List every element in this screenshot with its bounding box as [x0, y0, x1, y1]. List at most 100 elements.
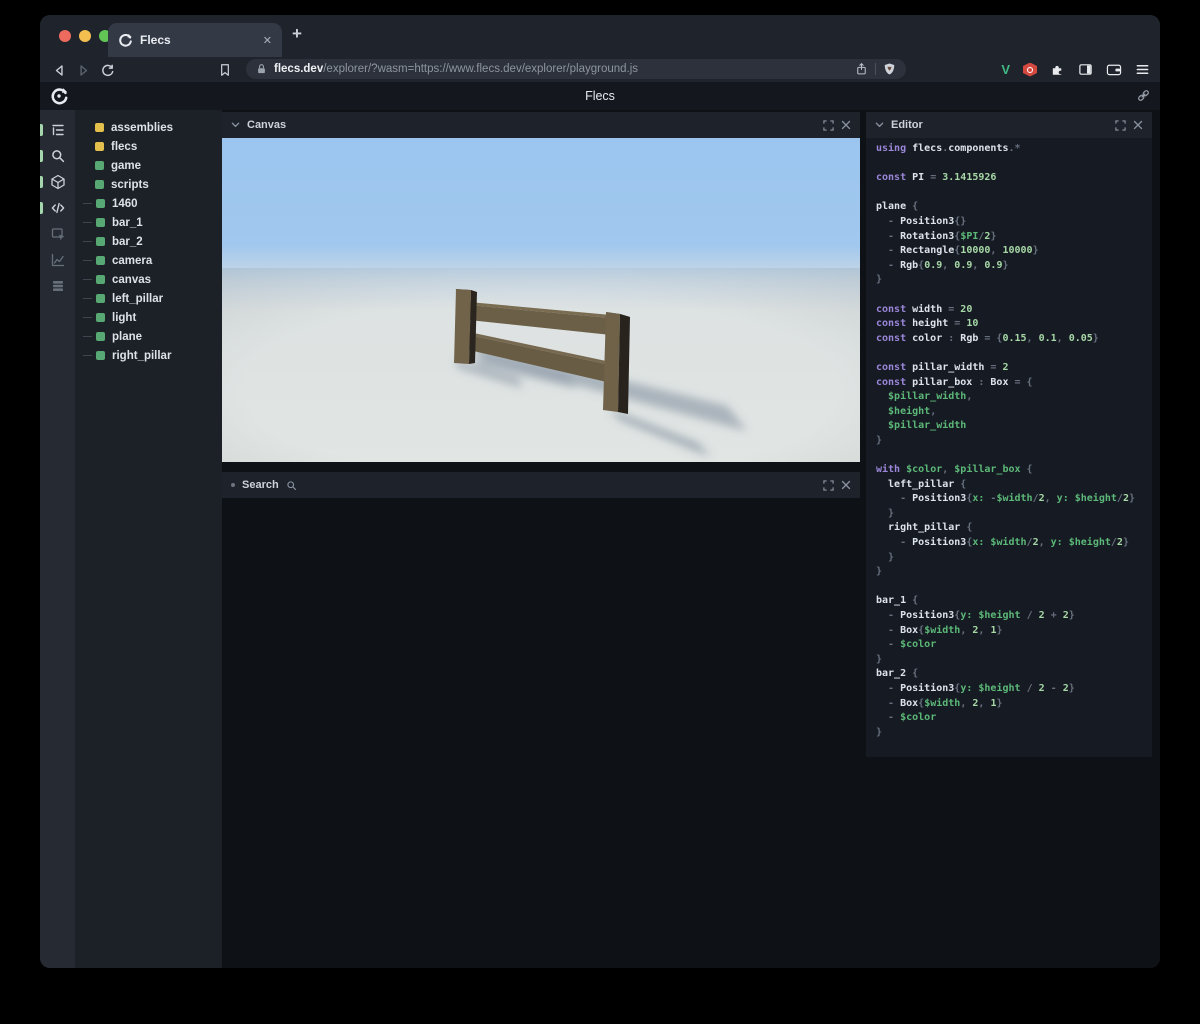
- minimize-window-button[interactable]: [79, 30, 91, 42]
- browser-toolbar: flecs.dev/explorer/?wasm=https://www.fle…: [40, 57, 1160, 82]
- entity-kind-square: [96, 294, 105, 303]
- tree-item[interactable]: plane: [75, 327, 222, 346]
- address-bar[interactable]: flecs.dev/explorer/?wasm=https://www.fle…: [246, 59, 906, 79]
- expand-chevron-icon[interactable]: [83, 123, 92, 132]
- new-tab-button[interactable]: +: [292, 24, 302, 44]
- tree-item-label: flecs: [111, 140, 138, 153]
- search-panel: Search: [222, 472, 860, 498]
- sidebar-toggle-icon[interactable]: [1078, 62, 1093, 77]
- entity-kind-square: [96, 237, 105, 246]
- wallet-icon[interactable]: [1106, 62, 1122, 77]
- collapse-chevron-icon[interactable]: [875, 121, 884, 129]
- code-editor[interactable]: using flecs.components.* const PI = 3.14…: [866, 138, 1152, 757]
- url-text: flecs.dev/explorer/?wasm=https://www.fle…: [274, 63, 848, 75]
- fullscreen-icon[interactable]: [1115, 119, 1126, 131]
- close-panel-icon[interactable]: [841, 480, 851, 490]
- rail-stats-button[interactable]: [40, 247, 75, 273]
- editor-panel: Editor using flecs.components.* const PI…: [866, 112, 1152, 757]
- entity-kind-square: [96, 313, 105, 322]
- fullscreen-icon[interactable]: [823, 479, 834, 491]
- rail-queries-button[interactable]: [40, 273, 75, 299]
- inspector-icon: [51, 228, 64, 241]
- collapsed-dot-icon: [231, 483, 235, 487]
- tree-item-label: right_pillar: [112, 349, 172, 362]
- expand-chevron-icon[interactable]: [83, 142, 92, 151]
- tab-close-icon[interactable]: ✕: [263, 34, 272, 47]
- panel-area: Canvas Search Editor using flecs.compone…: [222, 110, 1160, 968]
- rail-tree-button[interactable]: [40, 117, 75, 143]
- leaf-dash: [83, 240, 92, 243]
- forward-button[interactable]: [74, 61, 92, 79]
- close-panel-icon[interactable]: [841, 120, 851, 130]
- window-controls: [59, 30, 111, 42]
- extension-icons: V: [1001, 57, 1150, 82]
- rows-icon: [52, 281, 63, 291]
- leaf-dash: [83, 259, 92, 262]
- hexagon-extension-icon[interactable]: [1023, 62, 1037, 77]
- tree-item[interactable]: light: [75, 308, 222, 327]
- url-domain: flecs.dev: [274, 63, 324, 75]
- collapse-chevron-icon[interactable]: [231, 121, 240, 129]
- brave-shield-icon[interactable]: [883, 62, 896, 76]
- tree-item[interactable]: left_pillar: [75, 289, 222, 308]
- tree-item[interactable]: assemblies: [75, 118, 222, 137]
- leaf-dash: [83, 297, 92, 300]
- leaf-dash: [83, 202, 92, 205]
- search-panel-title: Search: [242, 479, 279, 491]
- search-panel-header[interactable]: Search: [222, 472, 860, 498]
- tab-flecs[interactable]: Flecs ✕: [108, 23, 282, 57]
- tree-item-label: plane: [112, 330, 143, 343]
- tree-item[interactable]: camera: [75, 251, 222, 270]
- tree-item-label: canvas: [112, 273, 152, 286]
- bookmark-icon[interactable]: [216, 61, 234, 79]
- reload-button[interactable]: [98, 61, 116, 79]
- canvas-3d-view[interactable]: [222, 138, 860, 462]
- tree-item-label: camera: [112, 254, 153, 267]
- tab-title: Flecs: [140, 33, 171, 47]
- rail-entities-button[interactable]: [40, 169, 75, 195]
- app-header: Flecs: [40, 82, 1160, 110]
- close-panel-icon[interactable]: [1133, 120, 1143, 130]
- expand-chevron-icon[interactable]: [83, 161, 92, 170]
- tree-item[interactable]: right_pillar: [75, 346, 222, 365]
- code-icon: [51, 202, 64, 214]
- leaf-dash: [83, 278, 92, 281]
- tree-item[interactable]: bar_2: [75, 232, 222, 251]
- leaf-dash: [83, 221, 92, 224]
- lock-icon: [258, 64, 265, 74]
- tree-item-label: scripts: [111, 178, 149, 191]
- search-magnifier-icon: [287, 480, 296, 490]
- flecs-explorer-page: Flecs assemblies flecs game scripts 1460…: [40, 82, 1160, 968]
- vue-devtools-icon[interactable]: V: [1001, 62, 1010, 77]
- close-window-button[interactable]: [59, 30, 71, 42]
- tree-item[interactable]: canvas: [75, 270, 222, 289]
- share-icon[interactable]: [855, 62, 868, 76]
- back-button[interactable]: [50, 61, 68, 79]
- rail-code-button[interactable]: [40, 195, 75, 221]
- tree-outline-icon: [51, 124, 64, 136]
- rail-inspector-button[interactable]: [40, 221, 75, 247]
- leaf-dash: [83, 316, 92, 319]
- extensions-puzzle-icon[interactable]: [1050, 62, 1065, 77]
- leaf-dash: [83, 335, 92, 338]
- tree-item[interactable]: scripts: [75, 175, 222, 194]
- fullscreen-icon[interactable]: [823, 119, 834, 131]
- tree-item-label: 1460: [112, 197, 138, 210]
- browser-window: Flecs ✕ + flecs.dev/explorer/?wasm=https…: [40, 15, 1160, 968]
- tree-item[interactable]: game: [75, 156, 222, 175]
- flecs-favicon: [119, 33, 132, 47]
- entity-kind-square: [96, 218, 105, 227]
- expand-chevron-icon[interactable]: [83, 180, 92, 189]
- tree-item-label: game: [111, 159, 142, 172]
- editor-panel-header: Editor: [866, 112, 1152, 138]
- tree-item-label: assemblies: [111, 121, 174, 134]
- leaf-dash: [83, 354, 92, 357]
- menu-icon[interactable]: [1135, 62, 1150, 77]
- tree-item[interactable]: 1460: [75, 194, 222, 213]
- canvas-panel-header: Canvas: [222, 112, 860, 138]
- tree-item[interactable]: flecs: [75, 137, 222, 156]
- share-link-icon[interactable]: [1136, 88, 1151, 103]
- tree-item[interactable]: bar_1: [75, 213, 222, 232]
- tree-item-label: bar_1: [112, 216, 143, 229]
- rail-search-button[interactable]: [40, 143, 75, 169]
